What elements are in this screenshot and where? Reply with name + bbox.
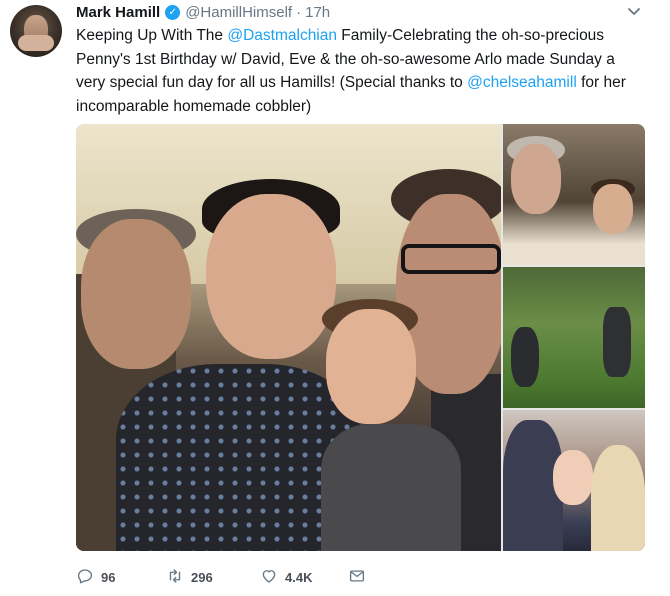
like-count: 4.4K (285, 569, 313, 585)
glasses (401, 244, 501, 274)
retweet-button[interactable]: 296 (166, 567, 213, 588)
direct-message-button[interactable] (348, 567, 366, 588)
thumb1-man (511, 144, 561, 214)
like-button[interactable]: 4.4K (260, 567, 312, 588)
thumb2-baby (511, 327, 539, 387)
chevron-down-icon[interactable] (626, 3, 642, 19)
tweet-header: Mark Hamill ✓ @HamillHimself · 17h (76, 1, 330, 23)
author-handle[interactable]: @HamillHimself (185, 4, 292, 21)
thumb2-man (603, 307, 631, 377)
author-avatar[interactable] (10, 5, 62, 57)
text-segment: Family-Celebrating the oh-so-precious (337, 27, 605, 44)
reply-count: 96 (101, 569, 116, 585)
text-segment: for her (576, 74, 626, 91)
author-name[interactable]: Mark Hamill (76, 4, 160, 21)
retweet-count: 296 (191, 569, 213, 585)
main-photo[interactable] (76, 124, 501, 551)
tweet-text-line-3: very special fun day for all us Hamills!… (76, 71, 656, 95)
child-shirt (321, 424, 461, 551)
tweet-media-grid (76, 124, 645, 551)
tweet-text: Keeping Up With The @Dastmalchian Family… (76, 24, 656, 118)
text-segment: very special fun day for all us Hamills!… (76, 74, 468, 91)
thumb3-woman (591, 445, 645, 551)
verified-badge-icon: ✓ (165, 4, 181, 20)
tweet-text-line-4: incomparable homemade cobbler) (76, 97, 312, 115)
thumb1-kid (593, 184, 633, 234)
text-segment: Keeping Up With The (76, 27, 228, 44)
like-icon (260, 567, 278, 588)
person-1-face (81, 219, 191, 369)
separator-dot: · (296, 3, 302, 21)
retweet-icon (166, 567, 184, 588)
tweet-text-line-1: Keeping Up With The @Dastmalchian Family… (76, 24, 656, 48)
child-face (326, 309, 416, 424)
thumb3-baby (553, 450, 593, 505)
tweet-timestamp[interactable]: 17h (305, 4, 330, 21)
thumbnail-photo-1[interactable] (503, 124, 645, 265)
reply-button[interactable]: 96 (76, 567, 115, 588)
tweet-text-line-2: Penny's 1st Birthday w/ David, Eve & the… (76, 50, 615, 68)
direct-message-icon (348, 567, 366, 588)
mention-link-dastmalchian[interactable]: @Dastmalchian (227, 27, 337, 44)
mention-link-chelseahamill[interactable]: @chelseahamill (467, 74, 577, 91)
thumbnail-photo-3[interactable] (503, 410, 645, 551)
reply-icon (76, 567, 94, 588)
avatar-hand (18, 35, 54, 51)
person-2-face (206, 194, 336, 359)
thumbnail-photo-2[interactable] (503, 267, 645, 408)
